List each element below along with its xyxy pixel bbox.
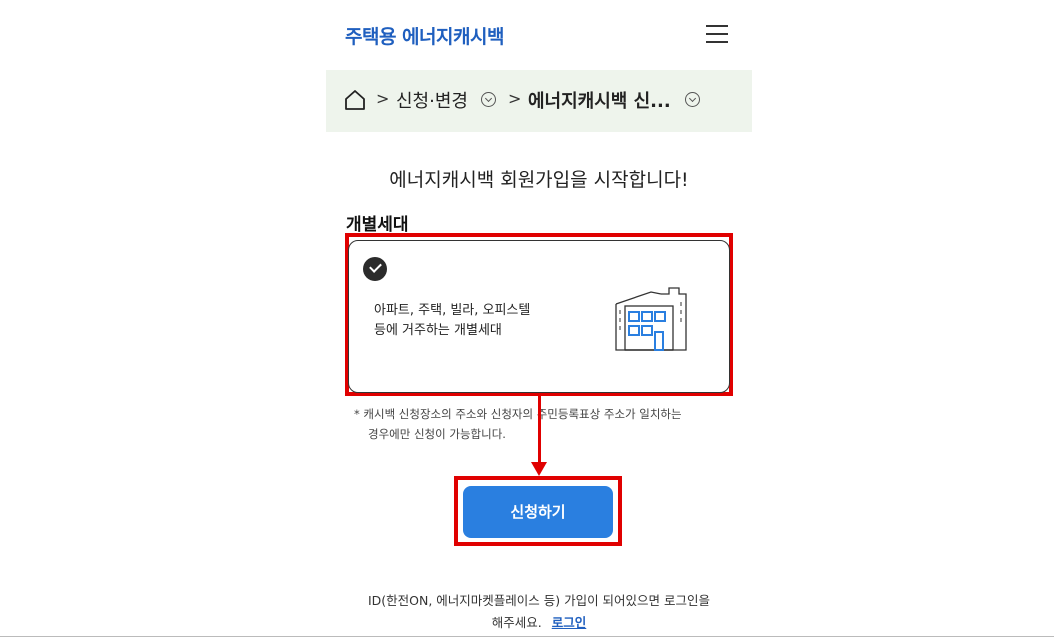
hamburger-menu-icon[interactable] [706,25,728,43]
home-icon[interactable] [343,88,367,112]
site-header: 주택용 에너지캐시백 [326,0,752,70]
breadcrumb: > 신청·변경 > 에너지캐시백 신... [326,70,752,132]
annotation-arrow-line [538,396,541,464]
login-prompt-suffix: 해주세요. [491,615,542,630]
breadcrumb-item-energy-cashback[interactable]: 에너지캐시백 신... [528,87,671,113]
bottom-divider [0,636,1054,637]
card-description: 아파트, 주택, 빌라, 오피스텔 등에 거주하는 개별세대 [374,301,530,341]
card-text-line2: 등에 거주하는 개별세대 [374,323,502,338]
breadcrumb-separator: > [508,89,522,108]
login-prompt-line2: 해주세요. 로그인 [326,612,752,634]
breadcrumb-item-apply-change[interactable]: 신청·변경 [396,87,468,113]
section-label: 개별세대 [346,215,409,235]
apply-button[interactable]: 신청하기 [463,486,613,538]
notice-line2: 경우에만 신청이 가능합니다. [368,427,506,441]
annotation-arrow-head [531,462,547,476]
check-circle-icon [363,257,387,281]
chevron-down-icon[interactable] [685,92,700,107]
breadcrumb-separator: > [376,89,390,108]
login-prompt: ID(한전ON, 에너지마켓플레이스 등) 가입이 되어있으면 로그인을 해주세… [326,590,752,634]
site-logo[interactable]: 주택용 에너지캐시백 [345,22,504,49]
individual-household-option-card[interactable]: 아파트, 주택, 빌라, 오피스텔 등에 거주하는 개별세대 [348,240,730,393]
login-prompt-line1: ID(한전ON, 에너지마켓플레이스 등) 가입이 되어있으면 로그인을 [367,593,711,608]
login-link[interactable]: 로그인 [552,615,587,630]
notice-text: * 캐시백 신청장소의 주소와 신청자의 주민등록표상 주소가 일치하는 경우에… [354,404,734,444]
page-title: 에너지캐시백 회원가입을 시작합니다! [389,169,689,191]
building-icon [615,287,687,351]
mobile-page: 주택용 에너지캐시백 > 신청·변경 > 에너지캐시백 신... 에너지캐시백 … [326,0,752,638]
card-text-line1: 아파트, 주택, 빌라, 오피스텔 [374,303,531,318]
notice-line1: * 캐시백 신청장소의 주소와 신청자의 주민등록표상 주소가 일치하는 [354,407,682,421]
chevron-down-icon[interactable] [481,92,496,107]
